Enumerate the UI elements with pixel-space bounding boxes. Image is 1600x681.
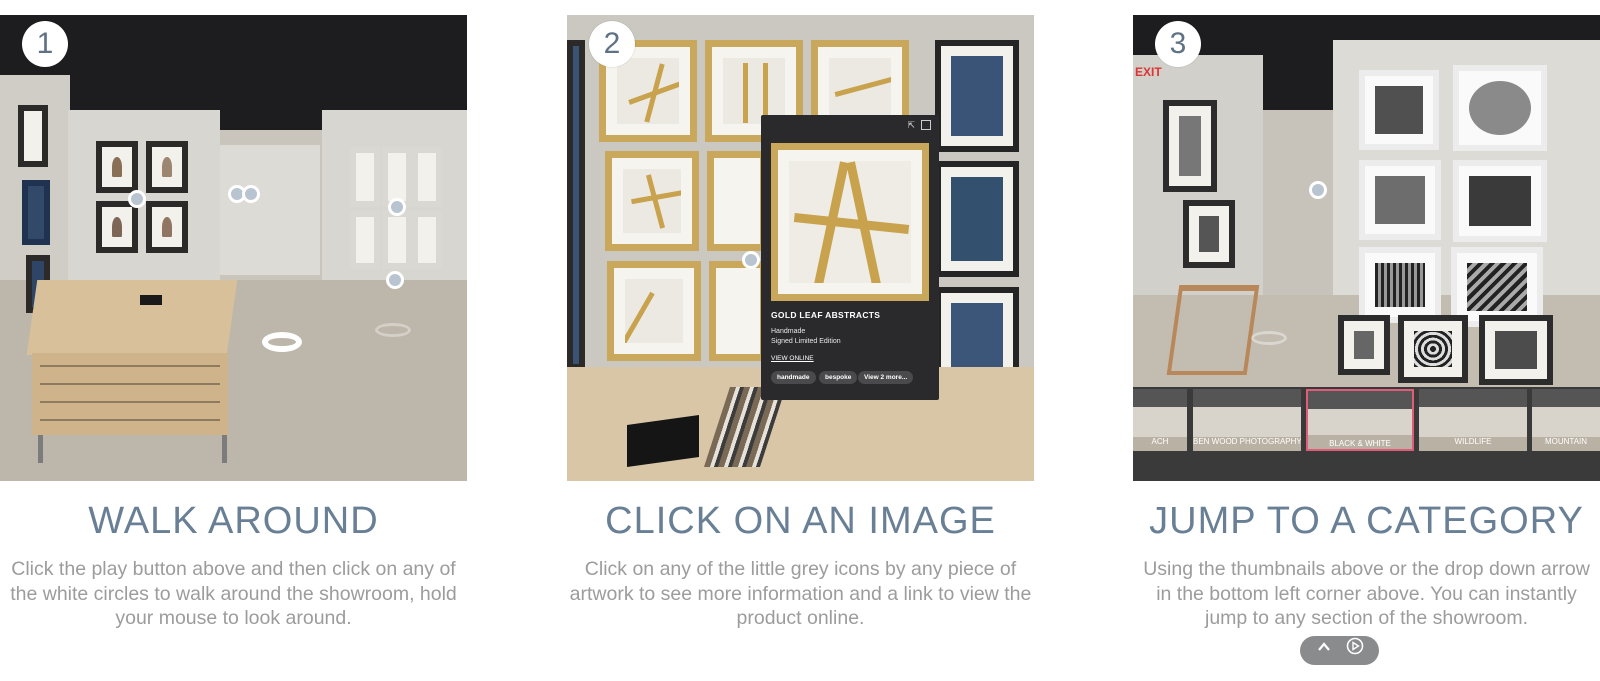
walk-ring[interactable] [1251, 331, 1287, 345]
step-title: JUMP TO A CATEGORY [1149, 500, 1584, 542]
info-hotspot[interactable] [742, 251, 760, 269]
category-thumbnail-strip: ACH BEN WOOD PHOTOGRAPHY BLACK & WHITE W… [1133, 387, 1600, 481]
artwork-thumbnail[interactable] [771, 143, 929, 301]
category-thumbnail[interactable]: ACH [1133, 389, 1187, 451]
tag-chip[interactable]: View 2 more... [858, 371, 914, 384]
step-description: Click on any of the little grey icons by… [569, 558, 1032, 629]
step-number-badge: 1 [22, 21, 68, 67]
chevron-up-icon[interactable] [1309, 636, 1338, 665]
step-number-badge: 2 [589, 21, 635, 67]
step-description: Using the thumbnails above or the drop d… [1143, 558, 1590, 629]
info-hotspot[interactable] [128, 190, 146, 208]
tag-chip[interactable]: bespoke [819, 371, 858, 384]
step-title: WALK AROUND [88, 500, 379, 542]
step-description: Click the play button above and then cli… [10, 558, 457, 629]
info-hotspot[interactable] [386, 271, 404, 289]
walk-ring[interactable] [262, 332, 302, 352]
exit-sign: EXIT [1135, 65, 1162, 79]
step-number-badge: 3 [1155, 21, 1201, 67]
category-thumbnail[interactable]: WILDLIFE [1419, 389, 1527, 451]
share-icon[interactable]: ⇱ [907, 120, 915, 131]
tour-controls [1300, 636, 1379, 665]
play-circle-icon[interactable] [1340, 636, 1369, 665]
close-icon[interactable] [921, 120, 931, 130]
showroom-scene-3[interactable]: EXIT ACH BEN WOOD PHOTOGRAPHY BLACK & WH… [1133, 15, 1600, 481]
category-thumbnail[interactable]: BEN WOOD PHOTOGRAPHY [1193, 389, 1301, 451]
showroom-scene-2[interactable]: ⇱ GOLD LEAF ABSTRACTS Handmade Signed Li… [567, 15, 1034, 481]
category-thumbnail[interactable]: MOUNTAIN [1532, 389, 1600, 451]
walk-ring[interactable] [375, 323, 411, 337]
info-hotspot[interactable] [242, 185, 260, 203]
artwork-detail: Signed Limited Edition [771, 338, 841, 345]
artwork-detail: Handmade [771, 328, 806, 335]
step-title: CLICK ON AN IMAGE [605, 500, 996, 542]
info-hotspot[interactable] [1309, 181, 1327, 199]
tag-chip[interactable]: handmade [771, 371, 816, 384]
artwork-info-popup: ⇱ GOLD LEAF ABSTRACTS Handmade Signed Li… [761, 115, 939, 400]
info-hotspot[interactable] [388, 198, 406, 216]
artwork-title: GOLD LEAF ABSTRACTS [771, 310, 881, 320]
view-online-link[interactable]: VIEW ONLINE [771, 355, 814, 362]
category-thumbnail-active[interactable]: BLACK & WHITE [1306, 389, 1414, 451]
showroom-scene-1[interactable] [0, 15, 467, 481]
